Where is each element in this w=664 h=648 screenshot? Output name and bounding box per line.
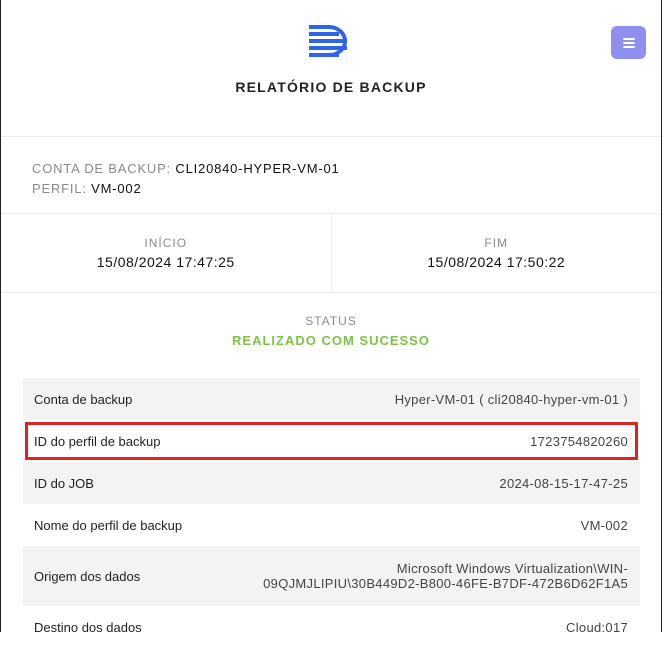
account-section: CONTA DE BACKUP: CLI20840-HYPER-VM-01 PE… — [1, 137, 661, 214]
row-value: VM-002 — [580, 517, 628, 533]
row-value: Microsoft Windows Virtualization\WIN- 09… — [263, 561, 628, 591]
status-value: REALIZADO COM SUCESSO — [232, 333, 430, 348]
table-row: Conta de backup Hyper-VM-01 ( cli20840-h… — [23, 378, 640, 420]
row-value: Hyper-VM-01 ( cli20840-hyper-vm-01 ) — [394, 391, 628, 407]
brand-logo-icon — [309, 25, 347, 58]
row-key: Origem dos dados — [34, 568, 141, 584]
row-key: Destino dos dados — [34, 619, 142, 635]
backup-account-label: CONTA DE BACKUP: — [32, 161, 171, 176]
start-value: 15/08/2024 17:47:25 — [96, 254, 235, 270]
page-title: RELATÓRIO DE BACKUP — [235, 79, 427, 95]
row-value-line: Microsoft Windows Virtualization\WIN- — [396, 561, 628, 576]
status-label: STATUS — [305, 314, 357, 328]
profile-label: PERFIL: — [32, 181, 87, 196]
table-row: Nome do perfil de backup VM-002 — [23, 504, 640, 546]
status-section: STATUS REALIZADO COM SUCESSO — [1, 293, 661, 378]
row-value: Cloud:017 — [566, 619, 628, 635]
menu-button[interactable] — [611, 26, 646, 59]
details-table: Conta de backup Hyper-VM-01 ( cli20840-h… — [23, 378, 640, 648]
table-row-highlighted: ID do perfil de backup 1723754820260 — [23, 420, 640, 462]
hamburger-icon — [622, 37, 635, 48]
start-label: INÍCIO — [144, 236, 188, 250]
row-key: Conta de backup — [34, 391, 133, 407]
row-key: ID do perfil de backup — [34, 433, 161, 449]
end-cell: FIM 15/08/2024 17:50:22 — [330, 214, 662, 292]
report-header: RELATÓRIO DE BACKUP — [1, 0, 661, 137]
row-key: Nome do perfil de backup — [34, 517, 183, 533]
row-value: 2024-08-15-17-47-25 — [499, 475, 628, 491]
end-value: 15/08/2024 17:50:22 — [427, 254, 566, 270]
report-page: RELATÓRIO DE BACKUP CONTA DE BACKUP: CLI… — [0, 0, 662, 635]
row-value: 1723754820260 — [530, 433, 628, 449]
table-row: Origem dos dados Microsoft Windows Virtu… — [23, 546, 640, 606]
row-key: ID do JOB — [34, 475, 94, 491]
row-value-line: 09QJMJLIPIU\30B449D2-B800-46FE-B7DF-472B… — [263, 576, 628, 591]
table-row: ID do JOB 2024-08-15-17-47-25 — [23, 462, 640, 504]
time-section: INÍCIO 15/08/2024 17:47:25 FIM 15/08/202… — [1, 214, 661, 293]
end-label: FIM — [484, 236, 509, 250]
profile-value: VM-002 — [91, 181, 142, 196]
table-row: Destino dos dados Cloud:017 — [23, 606, 640, 648]
backup-account-value: CLI20840-HYPER-VM-01 — [175, 161, 340, 176]
start-cell: INÍCIO 15/08/2024 17:47:25 — [1, 214, 331, 292]
